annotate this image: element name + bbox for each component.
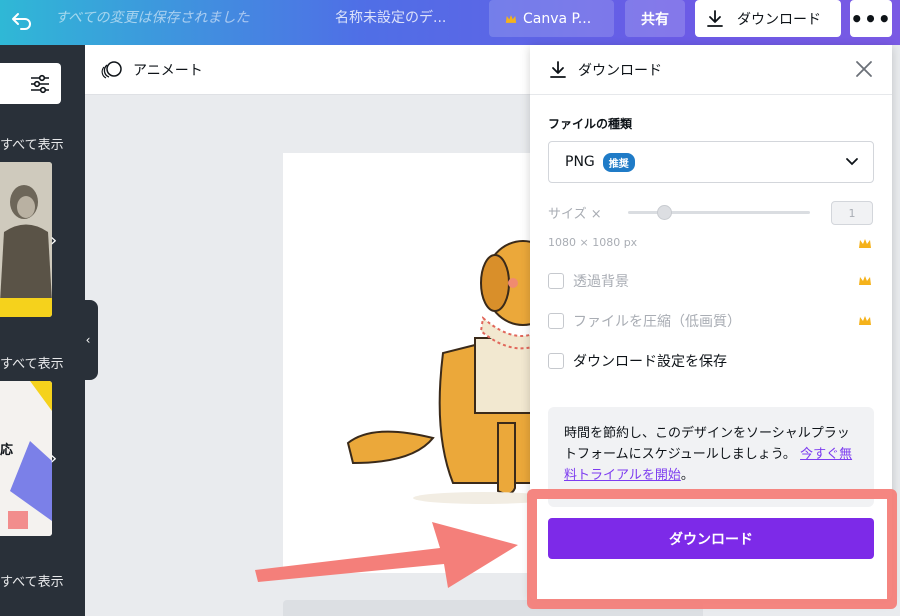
canva-pro-label: Canva P...: [523, 10, 592, 27]
transparent-background-checkbox[interactable]: [548, 273, 564, 289]
crown-icon: [859, 316, 871, 325]
option-label: 透過背景: [573, 274, 629, 290]
filter-icon: [31, 74, 49, 93]
canva-pro-button[interactable]: Canva P...: [489, 0, 614, 37]
size-label: サイズ ×: [548, 207, 602, 222]
template-thumbnail-1[interactable]: [0, 162, 52, 317]
editor-toolbar: アニメート: [85, 45, 530, 95]
see-all-link-1[interactable]: すべて表示: [0, 134, 64, 153]
crown-icon: [859, 276, 871, 285]
thumbnail-caption: 応: [0, 443, 14, 458]
see-all-link-3[interactable]: すべて表示: [0, 571, 64, 590]
animate-icon: [101, 61, 122, 79]
template-sidebar: すべて表示 › すべて表示 応 › すべて表示: [0, 45, 85, 616]
share-button[interactable]: 共有: [625, 0, 685, 37]
abstract-image: [0, 381, 52, 536]
file-type-select[interactable]: PNG 推奨: [548, 141, 874, 183]
chevron-down-icon: [846, 158, 858, 166]
filter-button[interactable]: [0, 63, 61, 104]
more-options-button[interactable]: •••: [850, 0, 892, 37]
save-settings-checkbox[interactable]: [548, 353, 564, 369]
size-slider-handle[interactable]: [657, 205, 673, 220]
download-icon: [550, 61, 566, 78]
save-status: すべての変更は保存されました: [55, 10, 250, 26]
collapse-sidebar-handle[interactable]: ‹: [78, 300, 98, 380]
panel-title: ダウンロード: [578, 63, 662, 79]
pointer-arrow: [255, 522, 518, 588]
highlight-box: [527, 489, 897, 609]
dimensions-text: 1080 × 1080 px: [548, 236, 638, 249]
download-icon: [707, 9, 723, 27]
see-all-link-2[interactable]: すべて表示: [0, 353, 64, 372]
next-chevron-icon[interactable]: ›: [50, 230, 57, 251]
animate-button[interactable]: アニメート: [101, 60, 203, 80]
document-title[interactable]: 名称未設定のデ...: [335, 7, 446, 27]
file-type-label: ファイルの種類: [548, 117, 633, 131]
portrait-image: [0, 162, 52, 317]
size-slider[interactable]: [628, 205, 810, 220]
crown-icon: [859, 239, 871, 248]
file-type-value: PNG: [565, 154, 595, 170]
size-input[interactable]: 1: [831, 201, 873, 225]
download-top-button[interactable]: ダウンロード: [695, 0, 841, 37]
crown-icon: [505, 14, 517, 23]
recommended-badge: 推奨: [602, 152, 635, 172]
top-bar: すべての変更は保存されました 名称未設定のデ... Canva P... 共有 …: [0, 0, 900, 45]
compress-file-checkbox[interactable]: [548, 313, 564, 329]
animate-label: アニメート: [133, 63, 203, 79]
download-top-label: ダウンロード: [737, 11, 821, 28]
transparent-background-option[interactable]: 透過背景: [548, 271, 629, 291]
option-label: ダウンロード設定を保存: [573, 354, 727, 370]
template-thumbnail-2[interactable]: 応: [0, 381, 52, 536]
save-settings-option[interactable]: ダウンロード設定を保存: [548, 351, 727, 371]
panel-header: ダウンロード: [530, 45, 892, 95]
compress-file-option[interactable]: ファイルを圧縮（低画質）: [548, 311, 741, 331]
close-icon[interactable]: [854, 59, 874, 79]
next-chevron-icon[interactable]: ›: [50, 448, 57, 469]
undo-icon[interactable]: [10, 8, 34, 32]
option-label: ファイルを圧縮（低画質）: [573, 314, 741, 330]
promo-end: 。: [680, 468, 694, 483]
